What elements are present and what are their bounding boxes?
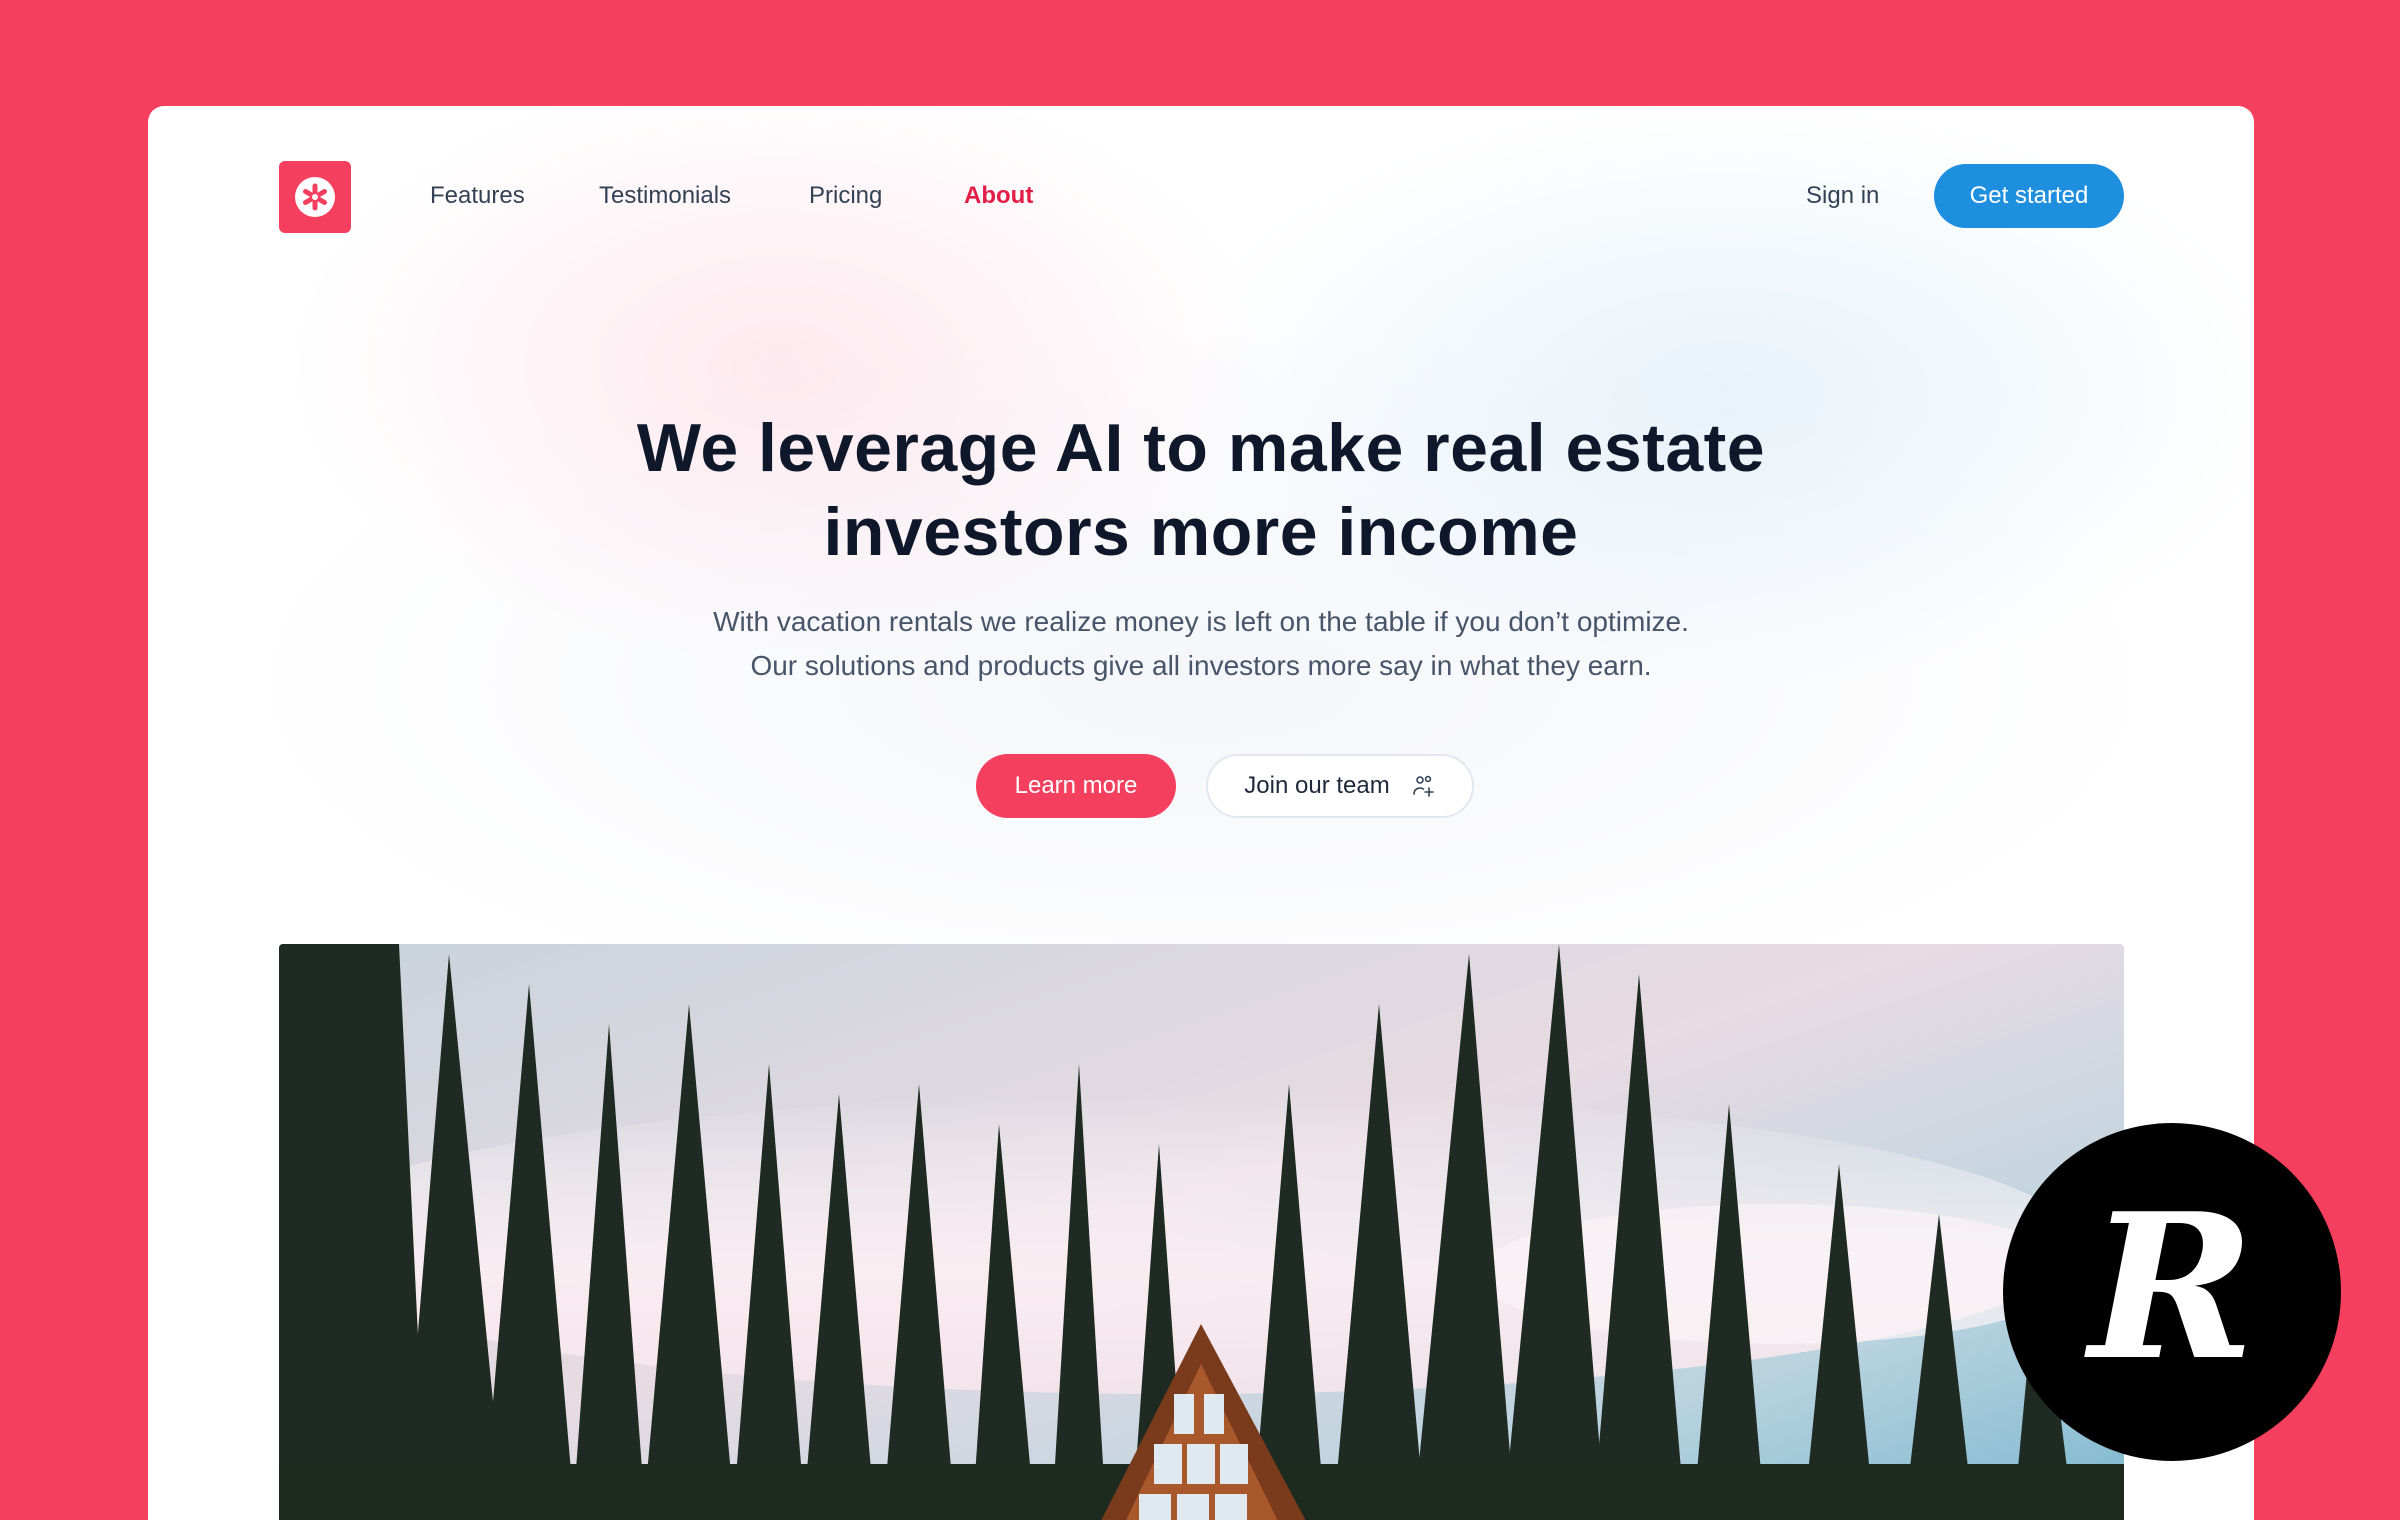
join-our-team-button[interactable]: Join our team	[1206, 754, 1474, 818]
hero-title-line-1: We leverage AI to make real estate	[636, 410, 1766, 486]
hero-photo-cabin	[279, 944, 2124, 1520]
sign-in-link[interactable]: Sign in	[1806, 182, 1879, 210]
join-our-team-label: Join our team	[1244, 772, 1390, 799]
hero-subtitle-line-2: Our solutions and products give all inve…	[750, 650, 1652, 681]
get-started-button[interactable]: Get started	[1934, 164, 2124, 228]
r-logo-badge[interactable]: R	[2003, 1123, 2341, 1461]
user-plus-icon	[1412, 775, 1434, 797]
nav-about[interactable]: About	[964, 182, 1033, 210]
browser-window: Features Testimonials Pricing About Sign…	[148, 106, 2254, 1520]
asterisk-logo-icon	[295, 177, 335, 217]
background: Features Testimonials Pricing About Sign…	[0, 0, 2400, 1520]
learn-more-button[interactable]: Learn more	[976, 754, 1176, 818]
nav-testimonials[interactable]: Testimonials	[599, 182, 731, 210]
navbar: Features Testimonials Pricing About Sign…	[148, 106, 2254, 286]
logo[interactable]	[279, 161, 351, 233]
a-frame-cabin-photo	[279, 944, 2124, 1520]
nav-pricing[interactable]: Pricing	[809, 182, 882, 210]
hero-title: We leverage AI to make real estate inves…	[148, 406, 2254, 574]
badge-letter: R	[2088, 1170, 2256, 1405]
hero-subtitle: With vacation rentals we realize money i…	[148, 600, 2254, 688]
nav-features[interactable]: Features	[430, 182, 525, 210]
hero-title-line-2: investors more income	[823, 494, 1579, 570]
hero-subtitle-line-1: With vacation rentals we realize money i…	[713, 606, 1689, 637]
